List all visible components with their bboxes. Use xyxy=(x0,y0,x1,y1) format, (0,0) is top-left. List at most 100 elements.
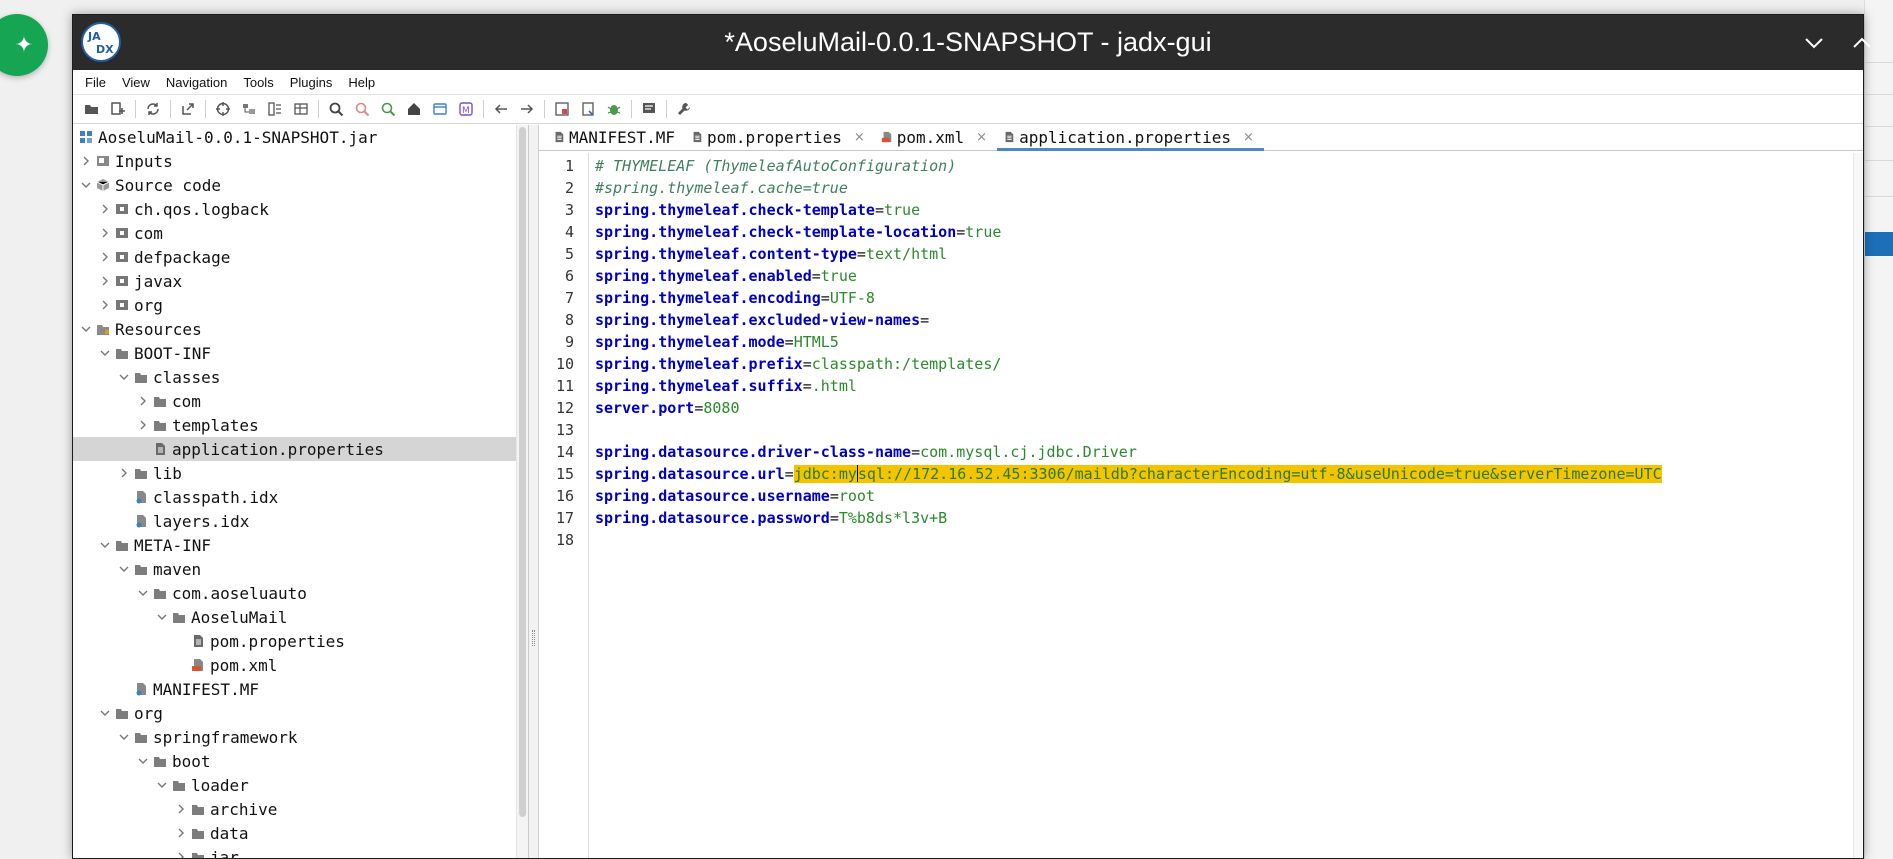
search-button[interactable] xyxy=(323,97,349,121)
tree-node[interactable]: com xyxy=(73,221,528,245)
tree-node[interactable]: layers.idx xyxy=(73,509,528,533)
deobfuscation-button[interactable] xyxy=(549,97,575,121)
editor-tab[interactable]: MANIFEST.MF xyxy=(547,124,685,150)
tree-node[interactable]: defpackage xyxy=(73,245,528,269)
chevron-right-icon[interactable] xyxy=(136,418,150,432)
bug-button[interactable] xyxy=(601,97,627,121)
chevron-right-icon[interactable] xyxy=(174,850,188,858)
tree-node[interactable]: loader xyxy=(73,773,528,797)
chevron-down-icon[interactable] xyxy=(98,538,112,552)
find-class-button[interactable] xyxy=(349,97,375,121)
flatten-packages-button[interactable] xyxy=(236,97,262,121)
chevron-right-icon[interactable] xyxy=(98,202,112,216)
tab-close-icon[interactable]: × xyxy=(854,130,865,145)
chevron-down-icon[interactable] xyxy=(155,778,169,792)
maximize-button[interactable] xyxy=(1848,29,1876,57)
tree-node[interactable]: jar xyxy=(73,845,528,858)
tree-node[interactable]: META-INF xyxy=(73,533,528,557)
minimize-button[interactable] xyxy=(1800,29,1828,57)
split-pane-divider[interactable] xyxy=(529,125,539,858)
chevron-down-icon[interactable] xyxy=(136,586,150,600)
tree-node[interactable]: pom.properties xyxy=(73,629,528,653)
tree-node[interactable]: Source code xyxy=(73,173,528,197)
tree-node[interactable]: MANIFEST.MF xyxy=(73,677,528,701)
chevron-right-icon[interactable] xyxy=(79,154,93,168)
tree-node[interactable]: maven xyxy=(73,557,528,581)
split-view-button[interactable] xyxy=(262,97,288,121)
add-files-button[interactable] xyxy=(105,97,131,121)
table-view-button[interactable] xyxy=(288,97,314,121)
chevron-right-icon[interactable] xyxy=(98,298,112,312)
chevron-right-icon[interactable] xyxy=(174,802,188,816)
tree-node[interactable]: pom.xml xyxy=(73,653,528,677)
target-button[interactable] xyxy=(210,97,236,121)
tree-node[interactable]: ch.qos.logback xyxy=(73,197,528,221)
code-editor[interactable]: 1 2 3 4 5 6 7 8 9 10 11 12 13 14 15 16 17 18 # THYMELEAF … xyxy=(539,153,1853,858)
code-text[interactable]: # THYMELEAF (ThymeleafAutoConfiguration)… xyxy=(589,153,1853,858)
chevron-down-icon[interactable] xyxy=(136,754,150,768)
tree-node[interactable]: application.properties xyxy=(73,437,528,461)
editor-scrollbar[interactable] xyxy=(1853,153,1863,858)
editor-tab[interactable]: pom.xml × xyxy=(875,124,997,150)
tree-node[interactable]: classes xyxy=(73,365,528,389)
tree-node[interactable]: springframework xyxy=(73,725,528,749)
window-button[interactable] xyxy=(427,97,453,121)
tree-node[interactable]: classpath.idx xyxy=(73,485,528,509)
chevron-right-icon[interactable] xyxy=(174,826,188,840)
arrow-left-button[interactable] xyxy=(488,97,514,121)
tree-node[interactable]: BOOT-INF xyxy=(73,341,528,365)
chevron-down-icon[interactable] xyxy=(117,562,131,576)
tree-scrollbar-thumb[interactable] xyxy=(519,127,526,817)
chevron-right-icon[interactable] xyxy=(98,226,112,240)
chevron-down-icon[interactable] xyxy=(155,610,169,624)
tab-close-icon[interactable]: × xyxy=(1243,130,1254,145)
tree-node[interactable]: templates xyxy=(73,413,528,437)
log-button[interactable] xyxy=(575,97,601,121)
chevron-right-icon[interactable] xyxy=(98,250,112,264)
sparkle-fab-button[interactable]: ✦ xyxy=(0,14,48,76)
title-bar[interactable]: JA DX *AoseluMail-0.0.1-SNAPSHOT - jadx-g… xyxy=(73,15,1871,70)
chevron-down-icon[interactable] xyxy=(98,346,112,360)
tree-node[interactable]: com.aoseluauto xyxy=(73,581,528,605)
chevron-down-icon[interactable] xyxy=(98,706,112,720)
menu-tools[interactable]: Tools xyxy=(235,70,281,95)
tree-node[interactable]: AoseluMail-0.0.1-SNAPSHOT.jar xyxy=(73,125,528,149)
arrow-right-button[interactable] xyxy=(514,97,540,121)
find-usage-button[interactable] xyxy=(375,97,401,121)
chevron-down-icon[interactable] xyxy=(79,178,93,192)
chevron-down-icon[interactable] xyxy=(117,730,131,744)
tree-node[interactable]: lib xyxy=(73,461,528,485)
tree-node[interactable]: com xyxy=(73,389,528,413)
tree-node[interactable]: Inputs xyxy=(73,149,528,173)
method-button[interactable]: M xyxy=(453,97,479,121)
menu-plugins[interactable]: Plugins xyxy=(282,70,341,95)
tree-node[interactable]: AoseluMail xyxy=(73,605,528,629)
wrench-button[interactable] xyxy=(671,97,697,121)
chevron-down-icon[interactable] xyxy=(79,322,93,336)
comment-button[interactable] xyxy=(636,97,662,121)
tree-node[interactable]: javax xyxy=(73,269,528,293)
chevron-right-icon[interactable] xyxy=(98,274,112,288)
chevron-right-icon[interactable] xyxy=(136,394,150,408)
export-button[interactable] xyxy=(175,97,201,121)
tree-scrollbar[interactable] xyxy=(516,125,528,858)
project-tree[interactable]: AoseluMail-0.0.1-SNAPSHOT.jar Inputs Sourc… xyxy=(73,125,529,858)
home-button[interactable] xyxy=(401,97,427,121)
tree-node[interactable]: Resources xyxy=(73,317,528,341)
menu-help[interactable]: Help xyxy=(340,70,383,95)
menu-view[interactable]: View xyxy=(114,70,158,95)
menu-navigation[interactable]: Navigation xyxy=(158,70,235,95)
tree-node[interactable]: org xyxy=(73,701,528,725)
tab-close-icon[interactable]: × xyxy=(976,130,987,145)
editor-tab[interactable]: pom.properties × xyxy=(685,124,875,150)
menu-file[interactable]: File xyxy=(77,70,114,95)
sync-button[interactable] xyxy=(140,97,166,121)
tree-node[interactable]: org xyxy=(73,293,528,317)
editor-tab[interactable]: application.properties × xyxy=(997,124,1264,151)
tree-node[interactable]: archive xyxy=(73,797,528,821)
chevron-down-icon[interactable] xyxy=(117,370,131,384)
tree-node[interactable]: boot xyxy=(73,749,528,773)
tree-node[interactable]: data xyxy=(73,821,528,845)
open-folder-button[interactable] xyxy=(79,97,105,121)
chevron-right-icon[interactable] xyxy=(117,466,131,480)
